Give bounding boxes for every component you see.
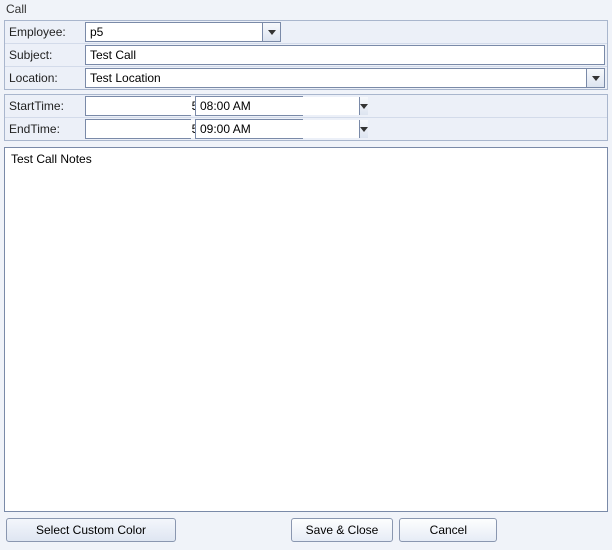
end-row: EndTime:: [5, 118, 607, 140]
chevron-down-icon: [592, 76, 600, 81]
employee-dropdown-button[interactable]: [262, 23, 280, 41]
start-time-input[interactable]: [196, 97, 359, 115]
time-panel: StartTime: EndTime:: [4, 94, 608, 141]
start-time-combo[interactable]: [195, 96, 303, 116]
notes-textarea[interactable]: [4, 147, 608, 512]
start-time-dropdown-button[interactable]: [359, 97, 368, 115]
start-label: StartTime:: [7, 99, 81, 113]
footer: Select Custom Color Save & Close Cancel: [0, 512, 612, 550]
location-input[interactable]: [86, 69, 586, 87]
cancel-button[interactable]: Cancel: [399, 518, 497, 542]
employee-combo[interactable]: [85, 22, 281, 42]
end-time-dropdown-button[interactable]: [359, 120, 368, 138]
subject-row: Subject:: [5, 44, 607, 67]
chevron-down-icon: [268, 30, 276, 35]
chevron-down-icon: [360, 104, 368, 109]
start-row: StartTime:: [5, 95, 607, 118]
end-time-input[interactable]: [196, 120, 359, 138]
subject-field[interactable]: [85, 45, 605, 65]
employee-row: Employee:: [5, 21, 607, 44]
notes-wrap: [4, 147, 608, 512]
save-close-button[interactable]: Save & Close: [291, 518, 394, 542]
location-label: Location:: [7, 71, 81, 85]
end-label: EndTime:: [7, 122, 81, 136]
subject-input[interactable]: [86, 46, 604, 64]
employee-label: Employee:: [7, 25, 81, 39]
employee-input[interactable]: [86, 23, 262, 41]
start-date-field[interactable]: [85, 96, 191, 116]
end-date-field[interactable]: [85, 119, 191, 139]
location-row: Location:: [5, 67, 607, 89]
location-combo[interactable]: [85, 68, 605, 88]
end-time-combo[interactable]: [195, 119, 303, 139]
dialog-title: Call: [0, 0, 612, 18]
location-dropdown-button[interactable]: [586, 69, 604, 87]
select-custom-color-button[interactable]: Select Custom Color: [6, 518, 176, 542]
subject-label: Subject:: [7, 48, 81, 62]
chevron-down-icon: [360, 127, 368, 132]
header-panel: Employee: Subject: Location:: [4, 20, 608, 90]
call-dialog-window: Call Employee: Subject: Location:: [0, 0, 612, 550]
